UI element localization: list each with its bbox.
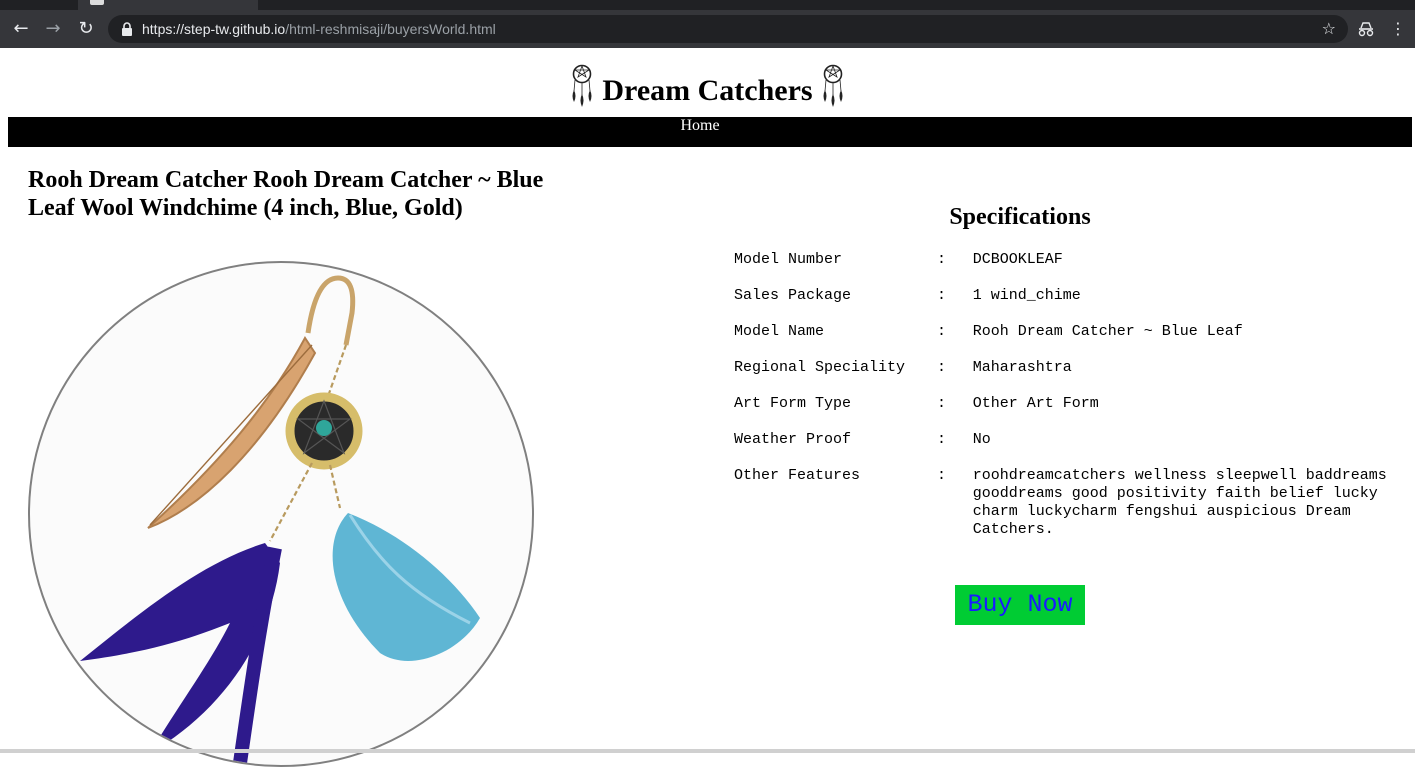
spec-label: Weather Proof: [734, 431, 852, 448]
star-icon[interactable]: ☆: [1322, 19, 1336, 39]
site-title: Dream Catchers: [602, 74, 813, 107]
spec-separator: :: [936, 251, 946, 268]
product-image: [28, 261, 534, 767]
spec-separator: :: [936, 395, 946, 412]
url-path: /html-reshmisaji/buyersWorld.html: [285, 21, 496, 37]
table-row: Weather Proof : No: [734, 431, 1415, 467]
table-row: Model Name : Rooh Dream Catcher ~ Blue L…: [734, 323, 1415, 359]
spec-value: 1 wind_chime: [972, 287, 1081, 304]
spec-separator: :: [936, 431, 946, 448]
table-row: Art Form Type : Other Art Form: [734, 395, 1415, 431]
table-row: Regional Speciality : Maharashtra: [734, 359, 1415, 395]
url-host: https://step-tw.github.io: [142, 21, 286, 37]
site-header: Dream Catchers: [0, 58, 1415, 116]
brand[interactable]: Dream Catchers: [570, 58, 844, 114]
active-tab[interactable]: [78, 0, 258, 10]
spec-label: Sales Package: [734, 287, 852, 304]
page-bottom-edge: [0, 749, 1415, 753]
specifications-heading: Specifications: [949, 204, 1091, 230]
spec-value: roohdreamcatchers wellness sleepwell bad…: [972, 467, 1387, 538]
product-title: Rooh Dream Catcher Rooh Dream Catcher ~ …: [28, 167, 544, 221]
spec-value: No: [972, 431, 991, 448]
spec-value: Other Art Form: [972, 395, 1099, 412]
specifications-table: Model Number : DCBOOKLEAF Sales Package …: [734, 251, 1415, 539]
buy-now-button[interactable]: Buy Now: [955, 585, 1085, 625]
spec-value: Rooh Dream Catcher ~ Blue Leaf: [972, 323, 1243, 340]
extension-icon[interactable]: [1356, 19, 1376, 39]
spec-separator: :: [936, 359, 946, 376]
product-photo-drawing: [80, 275, 480, 764]
browser-toolbar: ← → ↻ https://step-tw.github.io/html-res…: [0, 10, 1415, 48]
nav-bar: Home: [8, 117, 1412, 147]
nav-home-link[interactable]: Home: [680, 117, 719, 135]
table-row: Sales Package : 1 wind_chime: [734, 287, 1415, 323]
spec-value: Maharashtra: [972, 359, 1072, 376]
page-body: Dream Catchers Home Rooh Dream Catcher R…: [0, 48, 1415, 767]
spec-label: Model Number: [734, 251, 843, 268]
menu-icon[interactable]: ⋮: [1390, 19, 1406, 39]
tab-favicon-icon: [90, 0, 104, 5]
tab-strip: [0, 0, 1415, 10]
address-bar[interactable]: https://step-tw.github.io/html-reshmisaj…: [108, 15, 1348, 43]
url-text: https://step-tw.github.io/html-reshmisaj…: [142, 15, 496, 43]
spec-separator: :: [936, 323, 946, 340]
spec-value: DCBOOKLEAF: [972, 251, 1063, 268]
spec-separator: :: [936, 287, 946, 304]
lock-icon: [122, 22, 132, 36]
spec-label: Art Form Type: [734, 395, 852, 412]
spec-label: Regional Speciality: [734, 359, 906, 376]
spec-label: Other Features: [734, 467, 861, 484]
spec-separator: :: [936, 467, 946, 484]
back-arrow-icon[interactable]: ←: [11, 19, 31, 39]
spec-label: Model Name: [734, 323, 825, 340]
table-row: Other Features : roohdreamcatchers welln…: [734, 467, 1415, 539]
dreamcatcher-icon: [572, 64, 592, 107]
table-row: Model Number : DCBOOKLEAF: [734, 251, 1415, 287]
dreamcatcher-icon: [823, 64, 843, 107]
reload-icon[interactable]: ↻: [76, 19, 96, 39]
forward-arrow-icon[interactable]: →: [43, 19, 63, 39]
